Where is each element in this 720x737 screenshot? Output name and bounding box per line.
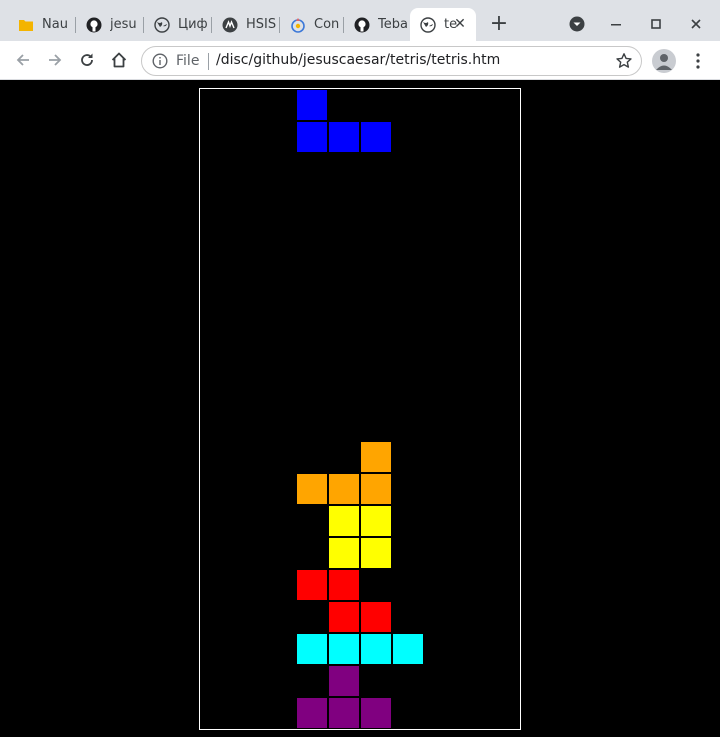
- url-scheme-label: File: [176, 53, 200, 69]
- tab-title: HSIS: [246, 17, 277, 32]
- github-icon: [354, 17, 370, 33]
- page-content: [0, 80, 720, 737]
- falling-piece-block: [296, 121, 328, 153]
- stacked-block: [392, 633, 424, 665]
- info-icon[interactable]: [152, 53, 168, 69]
- falling-piece-block: [360, 121, 392, 153]
- bookmark-star-icon[interactable]: [615, 52, 633, 70]
- stacked-block: [360, 441, 392, 473]
- stacked-block: [328, 473, 360, 505]
- url-text[interactable]: /disc/github/jesuscaesar/tetris/tetris.h…: [216, 52, 500, 68]
- tab-jesu[interactable]: jesu: [76, 8, 144, 41]
- tab-nau[interactable]: Nau: [8, 8, 76, 41]
- home-icon[interactable]: [106, 47, 132, 73]
- tab-search-icon[interactable]: [565, 12, 589, 36]
- tab-title: Nau: [42, 17, 68, 32]
- tab-title: Teba: [378, 17, 408, 32]
- browser-chrome: Nau jesu Циф HSIS Con Teba te ✕ + File /…: [0, 0, 720, 80]
- address-bar[interactable]: File /disc/github/jesuscaesar/tetris/tet…: [141, 46, 642, 76]
- tab-active-tetris[interactable]: te ✕: [410, 8, 476, 41]
- reload-icon[interactable]: [74, 47, 100, 73]
- stacked-block: [328, 505, 360, 537]
- minimize-icon[interactable]: [604, 12, 628, 36]
- address-divider: [208, 53, 209, 70]
- stacked-block: [360, 505, 392, 537]
- stacked-block: [328, 697, 360, 729]
- toolbar: File /disc/github/jesuscaesar/tetris/tet…: [0, 41, 720, 80]
- stacked-block: [360, 601, 392, 633]
- stacked-block: [360, 697, 392, 729]
- stacked-block: [360, 537, 392, 569]
- tab-title: Циф: [178, 17, 208, 32]
- tab-hsis[interactable]: HSIS: [212, 8, 280, 41]
- stacked-block: [328, 537, 360, 569]
- stacked-block: [296, 569, 328, 601]
- more-menu-icon[interactable]: [686, 49, 710, 73]
- stacked-block: [328, 601, 360, 633]
- stacked-block: [296, 697, 328, 729]
- close-window-icon[interactable]: [684, 12, 708, 36]
- stacked-block: [360, 633, 392, 665]
- stacked-block: [328, 569, 360, 601]
- stacked-block: [328, 633, 360, 665]
- stacked-block: [296, 633, 328, 665]
- profile-avatar-icon[interactable]: [652, 49, 676, 73]
- tab-con[interactable]: Con: [280, 8, 344, 41]
- tab-strip: Nau jesu Циф HSIS Con Teba te ✕ +: [0, 0, 720, 41]
- tab-tsif[interactable]: Циф: [144, 8, 212, 41]
- stacked-block: [360, 473, 392, 505]
- tetris-board: [199, 88, 521, 730]
- close-tab-icon[interactable]: ✕: [452, 16, 468, 32]
- back-icon[interactable]: [10, 47, 36, 73]
- folder-icon: [18, 17, 34, 33]
- compiler-explorer-icon: [290, 17, 306, 33]
- tab-teba[interactable]: Teba: [344, 8, 410, 41]
- forward-icon[interactable]: [42, 47, 68, 73]
- falling-piece-block: [328, 121, 360, 153]
- github-icon: [86, 17, 102, 33]
- falling-piece-block: [296, 89, 328, 121]
- globe-icon: [420, 16, 436, 33]
- globe-icon: [154, 16, 170, 33]
- maximize-icon[interactable]: [644, 12, 668, 36]
- stacked-block: [328, 665, 360, 697]
- tab-title: jesu: [110, 17, 137, 32]
- stacked-block: [296, 473, 328, 505]
- new-tab-button[interactable]: +: [488, 13, 510, 36]
- hsis-icon: [222, 17, 238, 33]
- tab-title: Con: [314, 17, 340, 32]
